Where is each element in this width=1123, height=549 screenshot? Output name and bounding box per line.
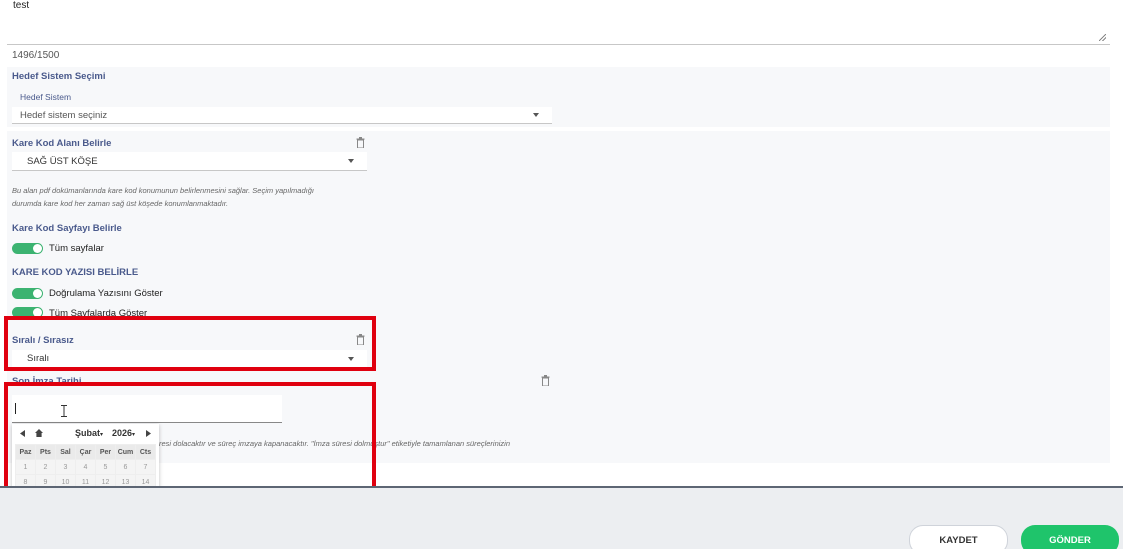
save-button[interactable]: KAYDET [909, 525, 1008, 549]
qr-page-title: Kare Kod Sayfayı Belirle [12, 223, 122, 234]
qr-text-title: KARE KOD YAZISI BELİRLE [12, 267, 139, 278]
description-textarea[interactable]: test [7, 0, 1110, 45]
target-system-placeholder: Hedef sistem seçiniz [20, 109, 108, 121]
resize-grip-icon[interactable] [1099, 34, 1106, 41]
qr-area-select[interactable]: SAĞ ÜST KÖŞE [12, 152, 367, 171]
trash-icon[interactable] [356, 137, 365, 148]
caret-down-icon [533, 113, 539, 117]
target-system-title: Hedef Sistem Seçimi [12, 71, 106, 82]
qr-area-title: Kare Kod Alanı Belirle [12, 138, 112, 149]
qr-area-help-line1: Bu alan pdf dokümanlarında kare kod konu… [12, 186, 314, 195]
qr-area-help: Bu alan pdf dokümanlarında kare kod konu… [12, 184, 314, 210]
caret-down-icon [348, 159, 354, 163]
target-system-select[interactable]: Hedef sistem seçiniz [12, 107, 552, 124]
char-counter: 1496/1500 [12, 50, 60, 61]
trash-icon[interactable] [541, 375, 550, 386]
show-verification-label: Doğrulama Yazısını Göster [49, 288, 163, 299]
description-value: test [13, 0, 30, 11]
qr-area-value: SAĞ ÜST KÖŞE [27, 155, 98, 167]
send-button[interactable]: GÖNDER [1021, 525, 1119, 549]
all-pages-toggle[interactable] [12, 243, 43, 254]
target-system-label: Hedef Sistem [20, 92, 72, 102]
qr-area-help-line2: durumda kare kod her zaman sağ üst köşed… [12, 199, 229, 208]
order-highlight-box [4, 316, 376, 371]
show-verification-toggle[interactable] [12, 288, 43, 299]
all-pages-label: Tüm sayfalar [49, 243, 104, 254]
